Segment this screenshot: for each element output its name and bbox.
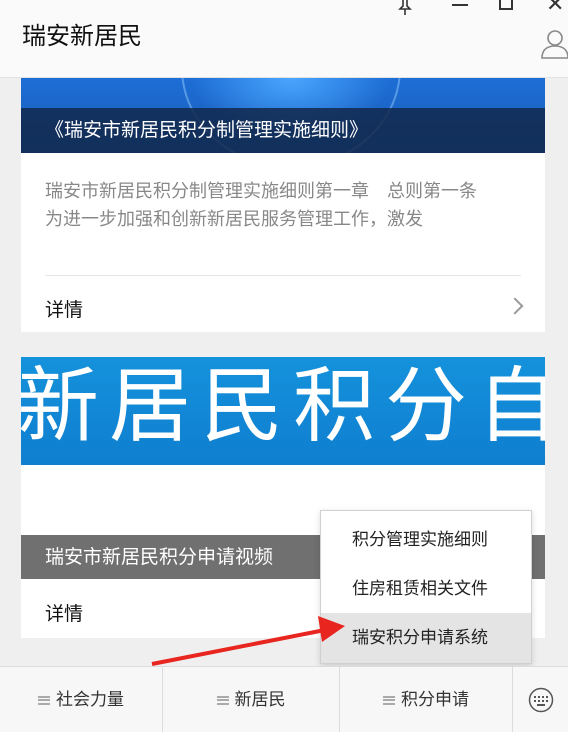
keyboard-icon — [528, 687, 554, 713]
nav-label: 社会力量 — [56, 690, 124, 710]
menu-item-points-application-system[interactable]: 瑞安积分申请系统 — [321, 613, 531, 663]
nav-item-new-residents[interactable]: 新居民 — [162, 667, 339, 732]
app-header: 瑞安新居民 ✕ — [0, 0, 568, 78]
submenu-popup: 积分管理实施细则 住房租赁相关文件 瑞安积分申请系统 — [320, 510, 532, 664]
divider — [45, 275, 521, 276]
article-caption: 《瑞安市新居民积分制管理实施细则》 — [21, 108, 545, 153]
nav-item-points-application[interactable]: 积分申请 — [339, 667, 512, 732]
detail-link[interactable]: 详情 — [45, 599, 83, 626]
hamburger-icon — [383, 695, 395, 705]
video-banner-image: 新居民积分自 — [21, 357, 545, 465]
menu-item-housing-rental-docs[interactable]: 住房租赁相关文件 — [321, 564, 531, 614]
nav-label: 新居民 — [234, 690, 286, 710]
chevron-right-icon[interactable] — [506, 297, 524, 315]
user-icon[interactable] — [540, 28, 568, 60]
hamburger-icon — [38, 695, 50, 705]
detail-link[interactable]: 详情 — [45, 295, 83, 322]
bottom-nav: 社会力量 新居民 积分申请 — [0, 666, 568, 732]
banner-text: 新居民积分自 — [21, 359, 545, 454]
maximize-icon[interactable] — [499, 0, 513, 10]
nav-item-social-forces[interactable]: 社会力量 — [0, 667, 162, 732]
nav-label: 积分申请 — [401, 690, 469, 710]
menu-item-points-rules[interactable]: 积分管理实施细则 — [321, 515, 531, 565]
article-description: 瑞安市新居民积分制管理实施细则第一章 总则第一条 为进一步加强和创新新居民服务管… — [45, 181, 495, 230]
close-icon[interactable]: ✕ — [546, 0, 564, 16]
article-card-policy[interactable]: 《瑞安市新居民积分制管理实施细则》 瑞安市新居民积分制管理实施细则第一章 总则第… — [21, 78, 545, 332]
hamburger-icon — [216, 695, 229, 705]
pin-icon[interactable] — [396, 0, 414, 16]
page-title: 瑞安新居民 — [22, 22, 142, 50]
keyboard-toggle-button[interactable] — [512, 667, 568, 732]
minimize-icon[interactable] — [452, 4, 468, 6]
